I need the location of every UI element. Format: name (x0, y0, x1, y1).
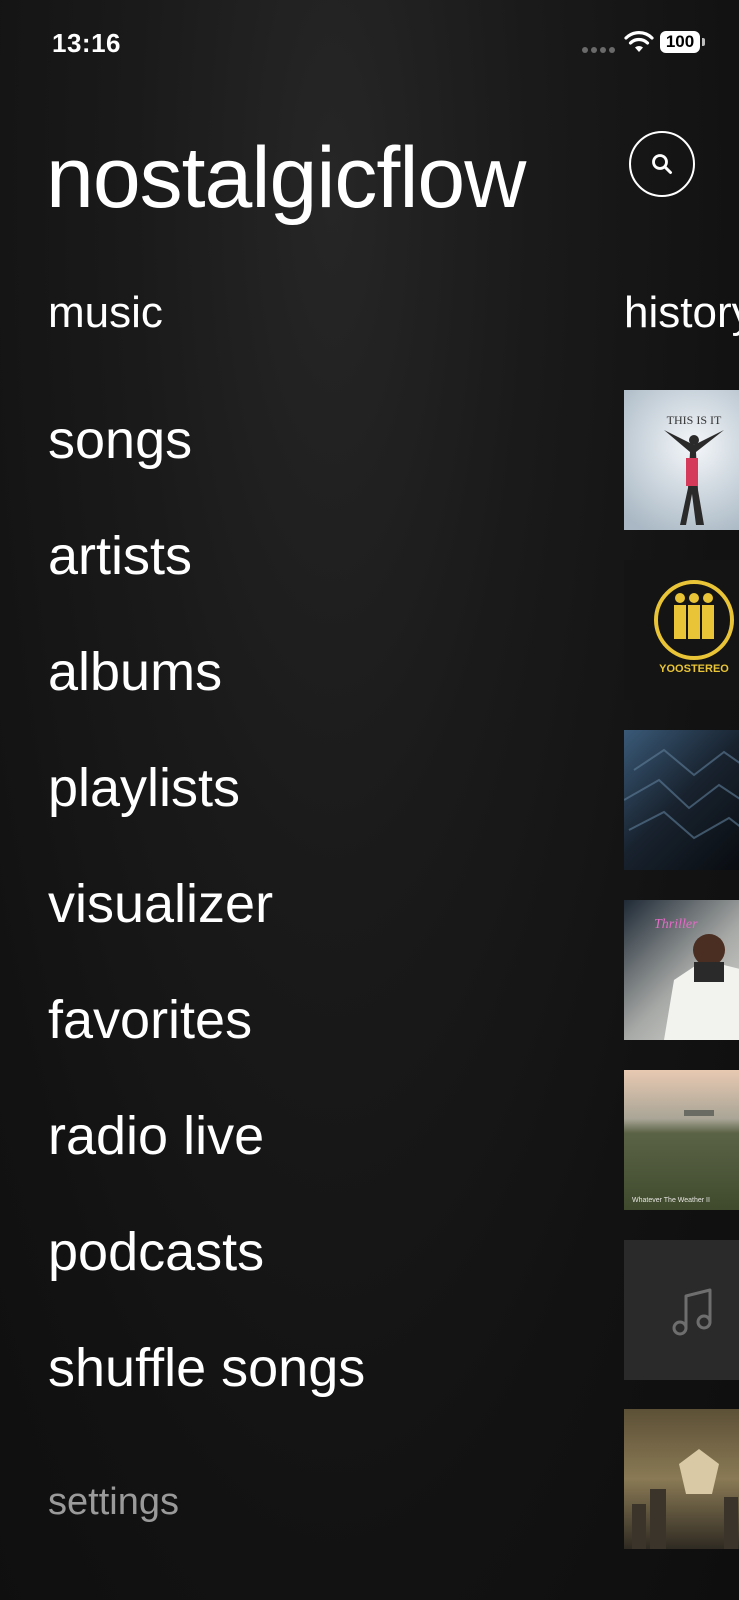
menu-item-playlists[interactable]: playlists (48, 756, 365, 872)
status-bar: 13:16 100 (0, 0, 739, 90)
menu-item-favorites[interactable]: favorites (48, 988, 365, 1104)
menu-item-shuffle-songs[interactable]: shuffle songs (48, 1336, 365, 1452)
battery-icon: 100 (660, 31, 700, 53)
wifi-icon (624, 30, 654, 54)
music-note-icon (672, 1288, 712, 1336)
history-album-placeholder[interactable] (624, 1240, 739, 1380)
album-caption: Thriller (654, 917, 698, 932)
music-menu: songs artists albums playlists visualize… (48, 408, 365, 1452)
album-caption: YOOSTEREO (659, 663, 729, 675)
section-title-music[interactable]: music (48, 288, 163, 338)
album-caption: Whatever The Weather II (632, 1197, 710, 1204)
battery-tip (702, 38, 705, 46)
history-album-art[interactable]: Whatever The Weather II (624, 1070, 739, 1210)
settings-link[interactable]: settings (48, 1480, 179, 1524)
history-album-art[interactable]: YOOSTEREO (624, 560, 739, 700)
menu-item-albums[interactable]: albums (48, 640, 365, 756)
album-caption: THIS IS IT (667, 413, 722, 427)
history-album-art[interactable]: Thriller (624, 900, 739, 1040)
menu-item-visualizer[interactable]: visualizer (48, 872, 365, 988)
history-album-art[interactable] (624, 1409, 739, 1549)
cellular-signal-icon (582, 47, 616, 53)
section-title-history[interactable]: history (624, 288, 739, 338)
history-album-art[interactable]: THIS IS IT (624, 390, 739, 530)
menu-item-artists[interactable]: artists (48, 524, 365, 640)
app-title: nostalgicflow (46, 130, 526, 226)
search-icon (652, 154, 672, 174)
menu-item-radio-live[interactable]: radio live (48, 1104, 365, 1220)
search-button[interactable] (629, 131, 695, 197)
history-album-art[interactable] (624, 730, 739, 870)
menu-item-podcasts[interactable]: podcasts (48, 1220, 365, 1336)
menu-item-songs[interactable]: songs (48, 408, 365, 524)
status-time: 13:16 (52, 28, 121, 58)
